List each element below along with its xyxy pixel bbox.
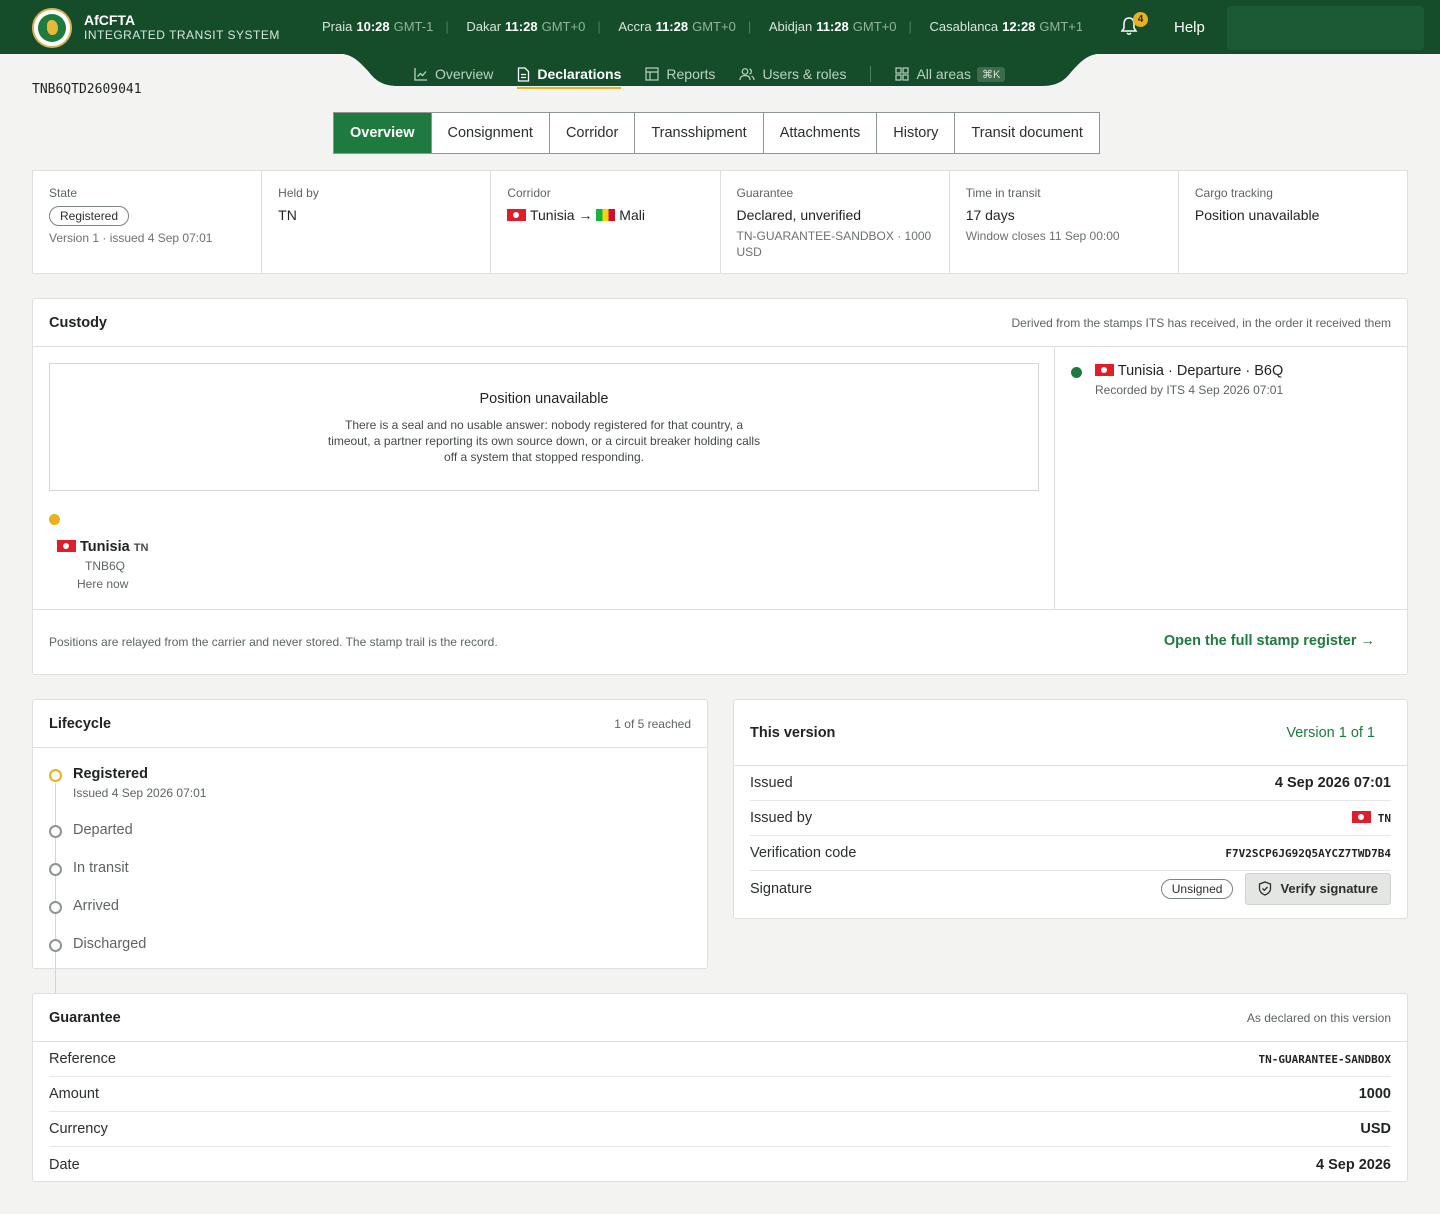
verify-signature-button[interactable]: Verify signature [1245, 872, 1391, 905]
tunisia-flag-icon [1352, 811, 1372, 823]
custody-card: Custody Derived from the stamps ITS has … [32, 298, 1408, 675]
declaration-id: TNB6QTD2609041 [32, 82, 142, 97]
summary-held-by: Held by TN [262, 171, 492, 273]
tunisia-flag-icon [1095, 364, 1114, 376]
main-nav: Overview Declarations Reports Users & ro… [414, 62, 1029, 89]
location-status: Here now [77, 577, 129, 591]
verification-code: F7V2SCP6JG92Q5AYCZ7TWD7B4 [1225, 846, 1391, 860]
nav-all-areas[interactable]: All areas ⌘K [895, 62, 1006, 86]
guarantee-card: Guarantee As declared on this version Re… [32, 993, 1408, 1182]
tab-corridor[interactable]: Corridor [550, 113, 636, 153]
user-menu[interactable] [1227, 6, 1424, 50]
guarantee-note: As declared on this version [1246, 1010, 1391, 1025]
location-office: TNB6Q [85, 559, 126, 573]
nav-users-roles[interactable]: Users & roles [739, 62, 846, 86]
stamp-recorded: Recorded by ITS 4 Sep 2026 07:01 [1095, 383, 1284, 397]
stamp-register-link[interactable]: Open the full stamp register → [1164, 633, 1375, 649]
brand-subtitle: INTEGRATED TRANSIT SYSTEM [84, 28, 280, 42]
guarantee-title: Guarantee [49, 1009, 121, 1026]
declaration-tabs: Overview Consignment Corridor Transshipm… [333, 112, 1100, 154]
custody-note: Derived from the stamps ITS has received… [1011, 315, 1392, 330]
lifecycle-title: Lifecycle [49, 715, 112, 732]
version-signature-row: Signature Unsigned Verify signature [750, 871, 1391, 906]
current-location[interactable]: Tunisia TN [57, 539, 148, 555]
help-link[interactable]: Help [1174, 19, 1205, 36]
signature-status-badge: Unsigned [1160, 878, 1234, 899]
users-icon [739, 68, 756, 81]
version-code-row: Verification code F7V2SCP6JG92Q5AYCZ7TWD… [750, 836, 1391, 871]
brand[interactable]: AfCFTA INTEGRATED TRANSIT SYSTEM [32, 8, 280, 48]
tab-transshipment[interactable]: Transshipment [635, 113, 764, 153]
tab-attachments[interactable]: Attachments [764, 113, 878, 153]
table-icon [645, 67, 660, 81]
nav-overview[interactable]: Overview [414, 62, 493, 86]
top-bar: AfCFTA INTEGRATED TRANSIT SYSTEM Praia 10… [0, 0, 1440, 54]
guarantee-amount-row: Amount 1000 [49, 1077, 1391, 1112]
current-location-marker [49, 514, 60, 525]
version-link[interactable]: Version 1 of 1 [1286, 725, 1375, 741]
version-card: This version Version 1 of 1 Issued 4 Sep… [733, 699, 1408, 919]
clock-abidjan: Abidjan 11:28 GMT+0 | [768, 19, 912, 34]
custody-map-panel: Position unavailable There is a seal and… [33, 347, 1055, 609]
tunisia-flag-icon [507, 209, 527, 221]
stamp-trail: Tunisia · Departure · B6Q Recorded by IT… [1055, 347, 1408, 609]
summary-state: State Registered Version 1 · issued 4 Se… [33, 171, 263, 273]
tab-overview[interactable]: Overview [334, 113, 432, 153]
mali-flag-icon [596, 209, 616, 221]
notifications-button[interactable]: 4 [1120, 12, 1148, 38]
summary-corridor: Corridor Tunisia → Mali [491, 171, 721, 273]
clock-praia: Praia 10:28 GMT-1 | [322, 19, 449, 34]
chart-line-icon [414, 68, 427, 81]
version-issued-row: Issued 4 Sep 2026 07:01 [750, 766, 1391, 801]
nav-reports[interactable]: Reports [645, 62, 715, 86]
status-badge: Registered [49, 206, 130, 226]
clock-dakar: Dakar 11:28 GMT+0 | [466, 19, 601, 34]
nav-declarations[interactable]: Declarations [517, 62, 622, 89]
summary-guarantee: Guarantee Declared, unverified TN-GUARAN… [721, 171, 950, 273]
world-clocks: Praia 10:28 GMT-1 | Dakar 11:28 GMT+0 | Accra 1… [322, 19, 1082, 37]
guarantee-currency-row: Currency USD [49, 1112, 1391, 1147]
shortcut-hint: ⌘K [976, 66, 1006, 82]
guarantee-reference-row: Reference TN-GUARANTEE-SANDBOX [49, 1042, 1391, 1077]
tab-history[interactable]: History [877, 113, 956, 153]
tab-consignment[interactable]: Consignment [432, 113, 550, 153]
afcfta-logo [32, 8, 72, 48]
brand-name: AfCFTA [84, 12, 136, 28]
summary-cargo-tracking: Cargo tracking Position unavailable [1194, 186, 1320, 223]
custody-footer: Positions are relayed from the carrier a… [33, 609, 1407, 675]
tab-transit-document[interactable]: Transit document [955, 113, 1098, 153]
notification-badge: 4 [1133, 12, 1148, 27]
summary-time-in-transit: Time in transit 17 days Window closes 11… [950, 171, 1179, 273]
version-issued-by-row: Issued by TN [750, 801, 1391, 836]
document-icon [518, 66, 530, 82]
position-unavailable-panel: Position unavailable There is a seal and… [49, 363, 1039, 491]
lifecycle-card: Lifecycle 1 of 5 reached Registered Issu… [32, 699, 708, 1113]
nav-divider [870, 66, 872, 82]
guarantee-date-row: Date 4 Sep 2026 [49, 1156, 1391, 1173]
lifecycle-progress: 1 of 5 reached [614, 716, 691, 731]
stamp-marker [1071, 367, 1082, 378]
clock-casablanca: Casablanca 12:28 GMT+1 [929, 19, 1083, 34]
shield-icon [1259, 881, 1272, 896]
version-title: This version [750, 724, 836, 741]
tunisia-flag-icon [57, 540, 76, 552]
grid-icon [895, 67, 910, 81]
custody-title: Custody [49, 314, 107, 331]
clock-accra: Accra 11:28 GMT+0 | [618, 19, 752, 34]
stamp-title: Tunisia · Departure · B6Q [1095, 363, 1283, 379]
summary-strip: State Registered Version 1 · issued 4 Se… [32, 170, 1408, 274]
